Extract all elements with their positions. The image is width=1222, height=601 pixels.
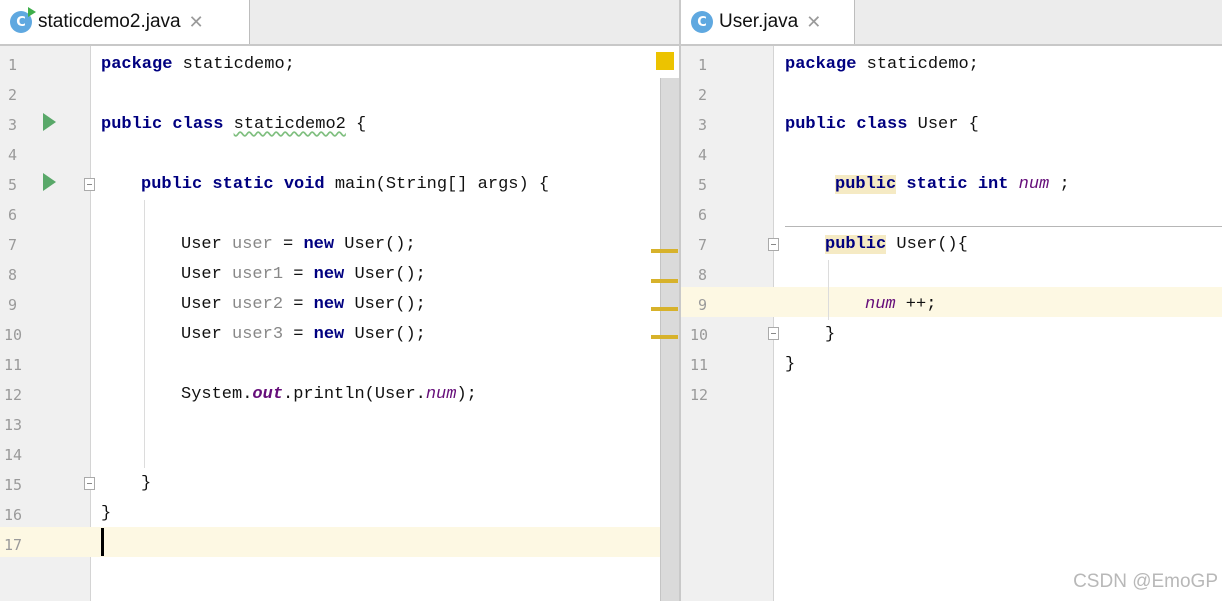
tab-label: User.java xyxy=(719,11,799,32)
text-caret xyxy=(101,528,104,556)
tab-label: staticdemo2.java xyxy=(38,11,181,32)
code-line-1[interactable]: package staticdemo; xyxy=(785,50,979,80)
code-line-5[interactable]: public static int num ; xyxy=(835,170,1070,200)
line-number: 13 xyxy=(4,416,23,434)
code-line-12[interactable]: System.out.println(User.num); xyxy=(181,380,477,410)
line-number: 3 xyxy=(698,116,708,134)
gutter-divider xyxy=(773,46,774,601)
line-number: 6 xyxy=(698,206,708,224)
line-number: 5 xyxy=(698,176,708,194)
tab-bar-right: C User.java ✕ xyxy=(681,0,1222,46)
line-number: 8 xyxy=(698,266,708,284)
line-number: 12 xyxy=(4,386,23,404)
code-line-5[interactable]: public static void main(String[] args) { xyxy=(141,170,549,200)
fold-toggle-icon[interactable] xyxy=(84,477,95,490)
current-line-highlight xyxy=(681,287,1222,317)
close-tab-icon[interactable]: ✕ xyxy=(189,12,204,33)
line-number: 3 xyxy=(8,116,18,134)
code-line-1[interactable]: package staticdemo; xyxy=(101,50,295,80)
line-number: 11 xyxy=(690,356,709,374)
code-line-8[interactable]: User user1 = new User(); xyxy=(181,260,426,290)
line-number: 14 xyxy=(4,446,23,464)
fold-toggle-icon[interactable] xyxy=(84,178,95,191)
code-line-7[interactable]: User user = new User(); xyxy=(181,230,416,260)
line-number: 9 xyxy=(8,296,18,314)
warning-marker[interactable] xyxy=(651,307,678,311)
line-number: 4 xyxy=(8,146,18,164)
editor-scrollbar[interactable] xyxy=(660,78,679,601)
line-number: 9 xyxy=(698,296,708,314)
line-number: 11 xyxy=(4,356,23,374)
line-number: 15 xyxy=(4,476,23,494)
code-line-7[interactable]: public User(){ xyxy=(825,230,968,260)
code-line-9[interactable]: User user2 = new User(); xyxy=(181,290,426,320)
code-line-10[interactable]: User user3 = new User(); xyxy=(181,320,426,350)
run-class-icon[interactable] xyxy=(43,113,56,131)
code-line-10[interactable]: } xyxy=(825,320,835,350)
class-file-icon: C xyxy=(10,7,36,33)
gutter-divider xyxy=(90,46,91,601)
code-line-11[interactable]: } xyxy=(785,350,795,380)
line-number: 8 xyxy=(8,266,18,284)
line-number: 10 xyxy=(690,326,709,344)
line-number: 1 xyxy=(8,56,18,74)
line-number: 2 xyxy=(8,86,18,104)
line-number: 1 xyxy=(698,56,708,74)
method-separator xyxy=(785,226,1222,227)
run-main-icon[interactable] xyxy=(43,173,56,191)
class-file-icon: C xyxy=(691,11,713,33)
indent-guide xyxy=(828,260,829,320)
fold-toggle-icon[interactable] xyxy=(768,238,779,251)
tab-staticdemo2[interactable]: C staticdemo2.java ✕ xyxy=(0,0,250,44)
code-line-16[interactable]: } xyxy=(101,499,111,529)
inspection-warning-icon[interactable] xyxy=(656,52,674,70)
line-number: 4 xyxy=(698,146,708,164)
warning-marker[interactable] xyxy=(651,249,678,253)
line-number: 5 xyxy=(8,176,18,194)
tab-bar-left: C staticdemo2.java ✕ xyxy=(0,0,679,46)
line-number: 6 xyxy=(8,206,18,224)
code-line-3[interactable]: public class User { xyxy=(785,110,979,140)
close-tab-icon[interactable]: ✕ xyxy=(806,12,821,33)
watermark: CSDN @EmoGP xyxy=(1073,571,1218,592)
code-line-9[interactable]: num ++; xyxy=(865,290,936,320)
current-line-highlight xyxy=(0,527,660,557)
line-number: 12 xyxy=(690,386,709,404)
warning-marker[interactable] xyxy=(651,279,678,283)
runnable-badge-icon xyxy=(28,7,36,17)
line-number: 7 xyxy=(698,236,708,254)
code-line-3[interactable]: public class staticdemo2 { xyxy=(101,110,366,140)
code-line-15[interactable]: } xyxy=(141,469,151,499)
fold-toggle-icon[interactable] xyxy=(768,327,779,340)
line-number: 16 xyxy=(4,506,23,524)
line-number: 17 xyxy=(4,536,23,554)
line-number: 10 xyxy=(4,326,23,344)
editor-pane-left[interactable]: C staticdemo2.java ✕ 1 2 3 4 5 6 7 8 9 1… xyxy=(0,0,679,601)
warning-marker[interactable] xyxy=(651,335,678,339)
line-number: 2 xyxy=(698,86,708,104)
indent-guide xyxy=(144,200,145,468)
editor-pane-right[interactable]: C User.java ✕ 1 2 3 4 5 6 7 8 9 10 11 12… xyxy=(681,0,1222,601)
line-number: 7 xyxy=(8,236,18,254)
tab-user[interactable]: C User.java ✕ xyxy=(681,0,855,44)
